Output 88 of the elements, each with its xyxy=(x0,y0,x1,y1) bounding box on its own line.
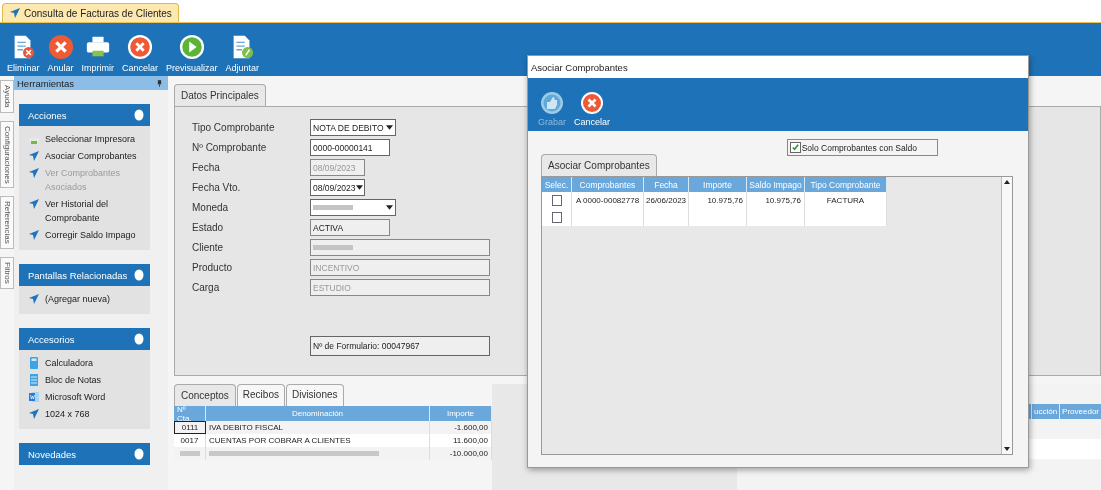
section-title: Acciones xyxy=(28,109,67,121)
column-header[interactable]: Nº Cta. xyxy=(174,406,206,421)
section-header[interactable]: Pantallas Relacionadas xyxy=(19,264,150,286)
cancel-icon xyxy=(47,34,74,60)
toolbar-button[interactable]: Cancelar xyxy=(121,34,160,73)
field-label: Carga xyxy=(192,282,220,293)
collapse-icon xyxy=(134,109,144,121)
action-link[interactable]: (Agregar nueva) xyxy=(45,292,111,306)
toolbar-button[interactable]: Adjuntar xyxy=(224,34,261,73)
field-label: Fecha Vto. xyxy=(192,182,241,193)
cancel-icon xyxy=(580,91,605,115)
arrowhead-icon xyxy=(28,150,40,162)
section-title: Accesorios xyxy=(28,333,75,345)
table-cell: 0111 xyxy=(174,421,206,434)
action-link[interactable]: Ver Historial del Comprobante xyxy=(45,197,144,225)
pin-icon[interactable] xyxy=(157,79,162,87)
action-link[interactable]: Seleccionar Impresora xyxy=(45,132,136,146)
caret-icon xyxy=(386,205,393,210)
caret-icon xyxy=(355,185,363,190)
side-tab[interactable]: Filtros xyxy=(0,257,14,289)
arrowhead-icon xyxy=(28,293,40,305)
arrowhead-icon xyxy=(28,229,40,241)
toolbar-button[interactable]: Imprimir xyxy=(80,34,116,73)
arrowhead-icon xyxy=(28,198,40,210)
field-label: Nº Comprobante xyxy=(192,142,267,153)
toolbar-button[interactable]: Eliminar xyxy=(6,34,41,73)
cancel-icon xyxy=(127,34,154,60)
action-link[interactable]: Calculadora xyxy=(45,356,94,370)
field-label: Fecha xyxy=(192,162,220,173)
dropdown-field[interactable]: NOTA DE DEBITO xyxy=(310,119,396,136)
tab[interactable]: Conceptos xyxy=(174,384,236,406)
blurred-text xyxy=(313,245,353,250)
scrollbar[interactable] xyxy=(1001,177,1012,454)
field-label: Estado xyxy=(192,222,224,233)
collapse-icon xyxy=(134,269,144,281)
collapse-icon xyxy=(134,333,144,345)
tab[interactable]: Asociar Comprobantes xyxy=(541,154,657,176)
field-label: Tipo Comprobante xyxy=(192,122,275,133)
scroll-down-icon[interactable] xyxy=(1004,447,1010,451)
action-link[interactable]: Asociar Comprobantes xyxy=(45,149,137,163)
toolbar-button[interactable]: Previsualizar xyxy=(165,34,219,73)
field-label: Producto xyxy=(192,262,233,273)
field-label: Moneda xyxy=(192,202,229,213)
arrowhead-icon xyxy=(28,167,40,179)
section-header[interactable]: Acciones xyxy=(19,104,150,126)
toolbar-button[interactable]: Anular xyxy=(46,34,75,73)
action-link[interactable]: Microsoft Word xyxy=(45,390,106,404)
form-number-field: Nº de Formulario: 00047967 xyxy=(310,336,490,356)
tab[interactable]: Divisiones xyxy=(285,384,344,406)
filter-checkbox[interactable]: Solo Comprobantes con Saldo xyxy=(786,139,938,156)
window-title: Consulta de Facturas de Clientes xyxy=(24,7,172,19)
section-title: Pantallas Relacionadas xyxy=(28,269,128,281)
tab[interactable]: Datos Principales xyxy=(174,84,266,106)
checkbox[interactable] xyxy=(551,212,562,223)
blurred-text xyxy=(313,205,353,210)
dropdown-field[interactable] xyxy=(310,199,396,216)
checkbox[interactable] xyxy=(551,195,562,206)
action-link[interactable]: Corregir Saldo Impago xyxy=(45,228,136,242)
document-icon xyxy=(28,391,40,403)
arrowhead-icon xyxy=(9,7,21,19)
action-link[interactable]: 1024 x 768 xyxy=(45,407,90,421)
action-link[interactable]: Bloc de Notas xyxy=(45,373,102,387)
checkbox[interactable] xyxy=(789,142,801,153)
window-tab[interactable]: Consulta de Facturas de Clientes xyxy=(2,3,179,22)
scroll-up-icon[interactable] xyxy=(1004,180,1010,184)
table-cell: IVA DEBITO FISCAL xyxy=(206,421,430,434)
section-header[interactable]: Accesorios xyxy=(19,328,150,350)
dialog-title: Asociar Comprobantes xyxy=(528,56,1028,78)
calculator-icon xyxy=(28,357,40,369)
section-title: Novedades xyxy=(28,448,77,460)
side-tab[interactable]: Referencias xyxy=(0,196,14,250)
notepad-icon xyxy=(28,374,40,386)
caret-icon xyxy=(386,125,393,130)
thumbs-up-icon xyxy=(540,91,564,115)
tab[interactable]: Recibos xyxy=(236,384,285,406)
panel-title: Herramientas xyxy=(17,77,75,89)
toolbar-button[interactable]: Cancelar xyxy=(574,91,611,127)
dropdown-field[interactable]: 08/09/2023 xyxy=(310,179,365,196)
side-tab[interactable]: Configuraciones xyxy=(0,120,14,189)
input-field[interactable]: 0000-00000141 xyxy=(310,139,390,156)
input-field[interactable]: ACTIVA xyxy=(310,219,390,236)
side-tab[interactable]: Ayuda xyxy=(0,80,14,113)
section-header[interactable]: Novedades xyxy=(19,443,150,465)
play-icon xyxy=(178,34,205,60)
collapse-icon xyxy=(134,448,144,460)
arrowhead-icon xyxy=(28,408,40,420)
blurred-text xyxy=(179,451,200,456)
field-label: Cliente xyxy=(192,242,224,253)
